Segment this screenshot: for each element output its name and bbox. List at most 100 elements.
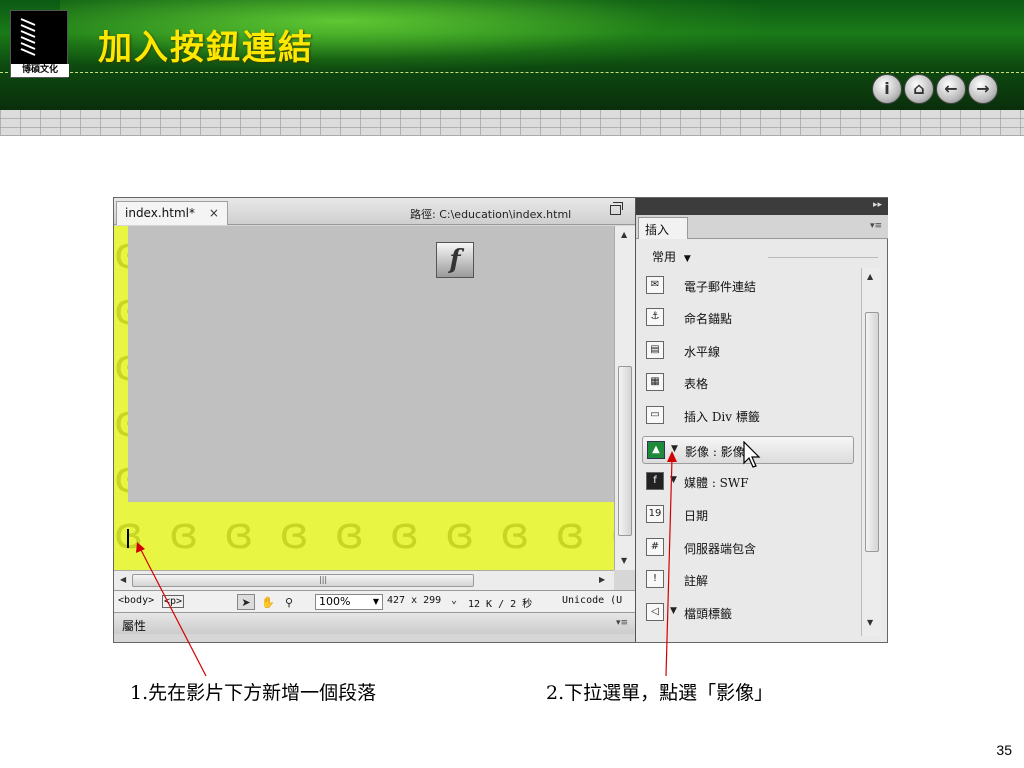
media-swf-icon: f bbox=[646, 472, 664, 490]
horizontal-rule-icon: ▤ bbox=[646, 341, 664, 359]
scroll-right-icon[interactable]: ▶ bbox=[599, 575, 605, 584]
download-size: 12 K / 2 秒 bbox=[468, 599, 533, 610]
encoding: Unicode (U bbox=[562, 595, 623, 606]
comment-icon: ! bbox=[646, 570, 664, 588]
size-dropdown-icon[interactable]: ⌄ bbox=[451, 595, 457, 606]
insert-item-label: 電子郵件連結 bbox=[684, 280, 757, 294]
insert-panel-tabs: 插入 ▾≡ bbox=[636, 215, 888, 239]
insert-head-tag[interactable]: ◁ ▼ 檔頭標籤 bbox=[642, 599, 854, 627]
window-size[interactable]: 427 x 299 bbox=[387, 595, 441, 606]
select-tool-icon[interactable]: ➤ bbox=[237, 594, 255, 610]
div-tag-icon: ▭ bbox=[646, 406, 664, 424]
head-tag-icon: ◁ bbox=[646, 603, 664, 621]
annotation-step2: 2.下拉選單，點選「影像」 bbox=[546, 682, 774, 704]
text-caret bbox=[127, 529, 129, 548]
insert-email-link[interactable]: ✉ 電子郵件連結 bbox=[642, 272, 854, 300]
status-bar: <body> <p> ➤ ✋ ⚲ 100% ▼ 427 x 299 ⌄ 12 K… bbox=[114, 590, 635, 612]
insert-item-label: 水平線 bbox=[684, 345, 721, 359]
publisher-logo: 博碩文化 bbox=[10, 10, 69, 78]
dreamweaver-screenshot: index.html* × 路徑: C:\education\index.htm… bbox=[113, 197, 888, 643]
forward-button[interactable]: → bbox=[968, 74, 998, 104]
document-tab[interactable]: index.html* × bbox=[116, 201, 228, 225]
insert-item-label: 伺服器端包含 bbox=[684, 542, 757, 556]
canvas-vertical-scrollbar[interactable]: ▲ ▼ bbox=[614, 226, 635, 570]
category-divider bbox=[768, 257, 878, 258]
category-dropdown[interactable]: 常用 ▼ bbox=[652, 248, 691, 265]
logo-text: 博碩文化 bbox=[11, 64, 69, 77]
panel-menu-icon[interactable]: ▾≡ bbox=[616, 618, 628, 628]
hand-tool-icon[interactable]: ✋ bbox=[259, 594, 277, 610]
insert-panel: ▸▸ 插入 ▾≡ 常用 ▼ ✉ 電子郵件連結 ⚓ 命名錨點 ▤ 水平線 ▦ 表格… bbox=[635, 198, 888, 642]
insert-server-include[interactable]: # 伺服器端包含 bbox=[642, 534, 854, 562]
insert-div-tag[interactable]: ▭ 插入 Div 標籤 bbox=[642, 402, 854, 430]
image-icon: ▲ bbox=[647, 441, 665, 459]
insert-item-label: 影像 : 影像 bbox=[685, 445, 745, 459]
zoom-tool-icon[interactable]: ⚲ bbox=[280, 594, 298, 610]
canvas-horizontal-scrollbar[interactable]: ◀ ||| ▶ bbox=[114, 570, 614, 590]
header-grid-strip bbox=[0, 110, 1024, 136]
restore-window-icon[interactable] bbox=[610, 202, 623, 215]
dropdown-arrow-icon[interactable]: ▼ bbox=[670, 475, 677, 485]
insert-media-swf[interactable]: f ▼ 媒體 : SWF bbox=[642, 468, 854, 496]
insert-item-label: 表格 bbox=[684, 377, 709, 391]
tag-selector-p[interactable]: <p> bbox=[162, 595, 185, 608]
scroll-down-icon[interactable]: ▼ bbox=[867, 618, 873, 627]
document-path: 路徑: C:\education\index.html bbox=[410, 208, 572, 221]
info-button[interactable]: i bbox=[872, 74, 902, 104]
server-include-icon: # bbox=[646, 538, 664, 556]
insert-horizontal-rule[interactable]: ▤ 水平線 bbox=[642, 337, 854, 365]
home-button[interactable]: ⌂ bbox=[904, 74, 934, 104]
insert-date[interactable]: 19 日期 bbox=[642, 501, 854, 529]
document-tab-bar: index.html* × 路徑: C:\education\index.htm… bbox=[114, 198, 635, 225]
chevron-down-icon: ▼ bbox=[683, 254, 691, 264]
dropdown-arrow-icon[interactable]: ▼ bbox=[670, 606, 677, 616]
properties-label: 屬性 bbox=[122, 619, 147, 633]
header-divider bbox=[0, 72, 1024, 73]
scroll-down-icon[interactable]: ▼ bbox=[621, 556, 627, 565]
category-label: 常用 bbox=[652, 250, 677, 264]
insert-item-label: 檔頭標籤 bbox=[684, 607, 733, 621]
page-number: 35 bbox=[996, 742, 1012, 758]
chevron-down-icon: ▼ bbox=[372, 597, 379, 606]
panel-vertical-scrollbar[interactable]: ▲ ▼ bbox=[861, 268, 881, 636]
document-tab-label: index.html* bbox=[125, 206, 195, 220]
collapse-icon[interactable]: ▸▸ bbox=[873, 200, 882, 210]
grip-icon: ||| bbox=[319, 575, 328, 584]
email-link-icon: ✉ bbox=[646, 276, 664, 294]
zoom-select[interactable]: 100% ▼ bbox=[315, 594, 383, 610]
table-icon: ▦ bbox=[646, 373, 664, 391]
tag-selector-body[interactable]: <body> bbox=[118, 595, 154, 606]
back-button[interactable]: ← bbox=[936, 74, 966, 104]
insert-item-label: 媒體 : SWF bbox=[684, 476, 749, 490]
date-icon: 19 bbox=[646, 505, 664, 523]
panel-title-bar: ▸▸ bbox=[636, 198, 888, 215]
anchor-icon: ⚓ bbox=[646, 308, 664, 326]
insert-named-anchor[interactable]: ⚓ 命名錨點 bbox=[642, 304, 854, 332]
insert-item-label: 註解 bbox=[684, 574, 709, 588]
logo-mark-icon bbox=[20, 18, 36, 56]
design-canvas[interactable]: ɞ ɞ ɞ ɞ ɞ ɞ ɞ ɞ ɞ ɞ ɞ ɞ ɞ ɞ ɞ ɞ ɞ ɞ ɞ ɞ … bbox=[114, 226, 614, 570]
scroll-left-icon[interactable]: ◀ bbox=[120, 575, 126, 584]
panel-menu-icon[interactable]: ▾≡ bbox=[870, 221, 882, 231]
slide-title: 加入按鈕連結 bbox=[98, 28, 314, 68]
insert-item-label: 插入 Div 標籤 bbox=[684, 410, 760, 424]
mouse-pointer-icon bbox=[743, 441, 761, 468]
flash-movie-placeholder[interactable]: f bbox=[128, 226, 614, 502]
scroll-thumb[interactable]: ||| bbox=[132, 574, 474, 587]
insert-item-label: 日期 bbox=[684, 509, 709, 523]
scroll-thumb[interactable] bbox=[618, 366, 632, 536]
insert-comment[interactable]: ! 註解 bbox=[642, 566, 854, 594]
annotation-step1: 1.先在影片下方新增一個段落 bbox=[130, 682, 377, 704]
slide-nav: i ⌂ ← → bbox=[872, 74, 998, 104]
insert-table[interactable]: ▦ 表格 bbox=[642, 369, 854, 397]
document-window: index.html* × 路徑: C:\education\index.htm… bbox=[114, 198, 635, 642]
dropdown-arrow-icon[interactable]: ▼ bbox=[671, 444, 678, 454]
tab-insert[interactable]: 插入 bbox=[638, 217, 688, 239]
slide-header: 博碩文化 加入按鈕連結 i ⌂ ← → bbox=[0, 0, 1024, 110]
scroll-thumb[interactable] bbox=[865, 312, 879, 552]
close-icon[interactable]: × bbox=[209, 206, 219, 220]
scroll-up-icon[interactable]: ▲ bbox=[621, 230, 627, 239]
zoom-value: 100% bbox=[319, 595, 351, 608]
scroll-up-icon[interactable]: ▲ bbox=[867, 272, 873, 281]
properties-panel-bar[interactable]: 屬性 ▾≡ bbox=[114, 612, 635, 634]
